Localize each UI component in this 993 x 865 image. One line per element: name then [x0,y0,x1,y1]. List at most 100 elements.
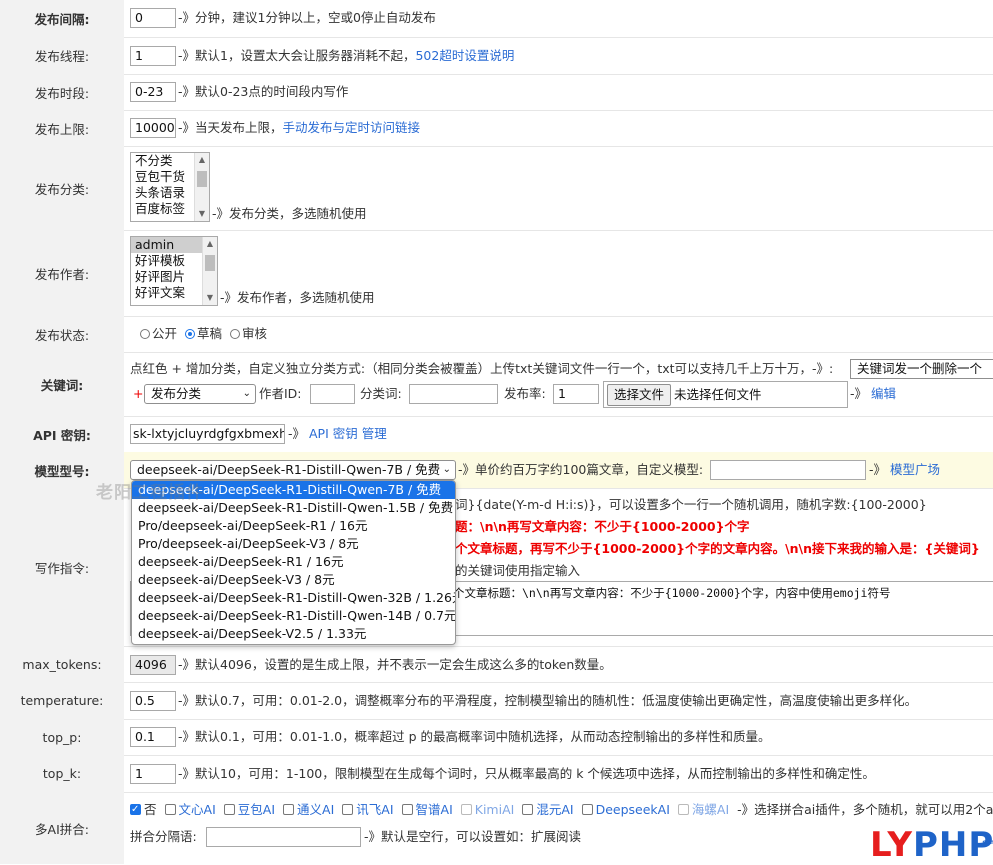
row-interval: 发布间隔: 0 -》分钟，建议1分钟以上，空或0停止自动发布 [0,0,993,38]
model-option[interactable]: Pro/deepseek-ai/DeepSeek-V3 / 8元 [132,535,455,553]
top-p-input[interactable]: 0.1 [130,727,176,747]
keyword-category-value: 发布分类 [151,386,202,401]
multi-ai-hunyuan[interactable]: 混元AI [522,802,574,817]
model-arrow: -》 [869,462,887,477]
author-scrollbar[interactable]: ▲ ▼ [202,237,217,305]
multi-ai-doubao-label[interactable]: 豆包AI [238,802,275,817]
multi-ai-deepseek-label[interactable]: DeepseekAI [596,802,670,817]
keyword-category-select[interactable]: 发布分类 ⌄ [144,384,256,404]
checkbox-checked-icon[interactable] [130,801,141,819]
radio-icon[interactable] [230,329,240,339]
model-option[interactable]: deepseek-ai/DeepSeek-R1-Distill-Qwen-32B… [132,589,455,607]
model-option[interactable]: deepseek-ai/DeepSeek-R1 / 16元 [132,553,455,571]
radio-icon[interactable] [140,329,150,339]
api-key-manage-link[interactable]: API 密钥 管理 [309,426,387,441]
timeout-help-link[interactable]: 502超时设置说明 [415,48,514,63]
category-listbox[interactable]: 不分类 豆包干货 头条语录 百度标签 ▲ ▼ [130,152,210,222]
multi-ai-zhipu[interactable]: 智谱AI [401,802,453,817]
manual-publish-link[interactable]: 手动发布与定时访问链接 [283,120,421,135]
author-listbox[interactable]: admin 好评模板 好评图片 好评文案 ▲ ▼ [130,236,218,306]
scroll-down-icon[interactable]: ▼ [195,207,209,221]
multi-ai-xunfei-label[interactable]: 讯飞AI [356,802,393,817]
checkbox-icon[interactable] [677,804,689,815]
multi-ai-xunfei[interactable]: 讯飞AI [342,802,394,817]
period-input[interactable]: 0-23 [130,82,176,102]
multi-ai-hailuo[interactable]: 海螺AI [677,802,729,817]
radio-checked-icon[interactable] [185,329,195,339]
multi-ai-kimi[interactable]: KimiAI [460,802,515,817]
multi-ai-tongyi-label[interactable]: 通义AI [297,802,334,817]
row-top-p: top_p: 0.1 -》默认0.1，可用：0.01-1.0，概率超过 p 的最… [0,719,993,756]
scroll-up-icon[interactable]: ▲ [195,153,209,167]
limit-input[interactable]: 10000 [130,118,176,138]
scroll-thumb[interactable] [197,171,207,187]
checkbox-icon[interactable] [164,804,176,815]
checkbox-icon[interactable] [401,804,413,815]
checkbox-icon[interactable] [223,804,235,815]
model-plaza-link[interactable]: 模型广场 [890,462,940,477]
row-threads: 发布线程: 1 -》默认1，设置太大会让服务器消耗不起，502超时设置说明 [0,37,993,75]
scroll-down-icon[interactable]: ▼ [203,291,217,305]
add-category-plus[interactable]: + [133,385,143,403]
multi-ai-zhipu-label[interactable]: 智谱AI [416,802,453,817]
model-option[interactable]: Pro/deepseek-ai/DeepSeek-R1 / 16元 [132,517,455,535]
multi-ai-none-label: 否 [144,802,157,817]
threads-input[interactable]: 1 [130,46,176,66]
row-author: 发布作者: admin 好评模板 好评图片 好评文案 ▲ ▼ -》发布作者，多选随… [0,230,993,317]
limit-desc: -》当天发布上限， [178,120,283,135]
status-draft-label: 草稿 [197,326,223,341]
threads-desc: -》默认1，设置太大会让服务器消耗不起， [178,48,416,63]
status-draft[interactable]: 草稿 [185,326,222,341]
rate-input[interactable]: 1 [553,384,599,404]
subcat-input[interactable] [409,384,498,404]
prompt-line-3: 个文章标题，再写不少于{1000-2000}个字的文章内容。\n\n接下来我的输… [455,541,980,556]
multi-ai-hunyuan-label[interactable]: 混元AI [536,802,573,817]
limit-label: 发布上限: [0,110,124,146]
multi-ai-deepseek[interactable]: DeepseekAI [581,802,670,817]
prompt-textarea-text: 个文章标题：\n\n再写文章内容：不少于{1000-2000}个字，内容中使用e… [453,586,891,600]
threads-label: 发布线程: [0,37,124,74]
api-key-input[interactable]: sk-lxtyjcluyrdgfgxbmexhxlf [130,424,285,444]
max-tokens-input[interactable]: 4096 [130,655,176,675]
logo-part-ly: LY [870,825,913,865]
model-option[interactable]: deepseek-ai/DeepSeek-V2.5 / 1.33元 [132,625,455,643]
category-scrollbar[interactable]: ▲ ▼ [194,153,209,221]
model-dropdown-list[interactable]: deepseek-ai/DeepSeek-R1-Distill-Qwen-7B … [131,480,456,645]
chevron-down-icon: ⌄ [442,464,451,475]
status-review[interactable]: 审核 [230,326,267,341]
checkbox-icon[interactable] [581,804,593,815]
multi-ai-kimi-label[interactable]: KimiAI [475,802,515,817]
model-option[interactable]: deepseek-ai/DeepSeek-V3 / 8元 [132,571,455,589]
watermark-text: 老阳工程插件 [96,483,204,503]
checkbox-icon[interactable] [522,804,534,815]
multi-ai-wenxin-label[interactable]: 文心AI [179,802,216,817]
api-arrow: -》 [288,426,306,441]
status-public[interactable]: 公开 [140,326,177,341]
multi-ai-none[interactable]: 否 [130,801,157,819]
multi-ai-doubao[interactable]: 豆包AI [223,802,275,817]
lyphp-logo: LYPHP.com [870,826,993,864]
scroll-up-icon[interactable]: ▲ [203,237,217,251]
model-select[interactable]: deepseek-ai/DeepSeek-R1-Distill-Qwen-7B … [130,460,456,480]
author-id-input[interactable] [310,384,355,404]
subcat-label: 分类词: [360,386,402,401]
interval-input[interactable]: 0 [130,8,176,28]
multi-ai-wenxin[interactable]: 文心AI [164,802,216,817]
choose-file-button[interactable]: 选择文件 [607,384,672,406]
temperature-input[interactable]: 0.5 [130,691,176,711]
keyword-mode-select[interactable]: 关键词发一个删除一个 [850,359,993,379]
top-k-input[interactable]: 1 [130,764,176,784]
separator-input[interactable] [206,827,361,847]
multi-ai-hailuo-label[interactable]: 海螺AI [692,802,729,817]
model-option[interactable]: deepseek-ai/DeepSeek-R1-Distill-Qwen-14B… [132,607,455,625]
checkbox-icon[interactable] [283,804,295,815]
checkbox-icon[interactable] [342,804,354,815]
scroll-thumb[interactable] [205,255,215,271]
top-p-label: top_p: [0,719,124,755]
checkbox-icon[interactable] [460,804,472,815]
keywords-help: 点红色 + 增加分类，自定义独立分类方式:（相同分类会被覆盖）上传txt关键词文… [130,361,834,376]
edit-link[interactable]: 编辑 [871,386,896,401]
multi-ai-tongyi[interactable]: 通义AI [283,802,334,817]
row-status: 发布状态: 公开 草稿 审核 [0,316,993,353]
custom-model-input[interactable] [710,460,866,480]
